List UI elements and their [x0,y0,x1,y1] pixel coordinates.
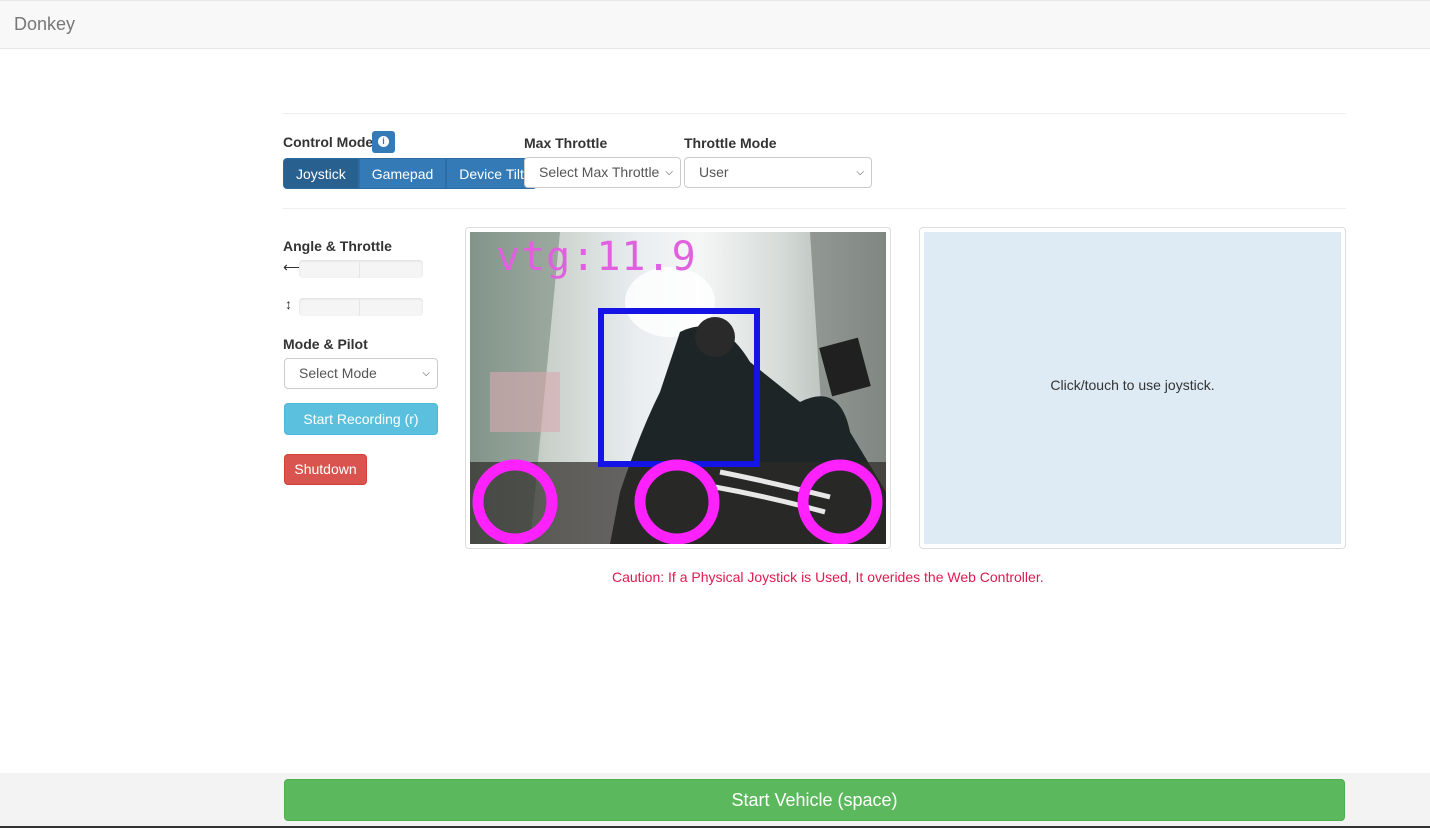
divider [283,208,1346,209]
divider [283,113,1346,114]
joystick-hint: Click/touch to use joystick. [1050,377,1215,393]
shutdown-button[interactable]: Shutdown [284,454,367,485]
start-recording-button[interactable]: Start Recording (r) [284,403,438,435]
navbar: Donkey [0,0,1430,49]
mode-pilot-label: Mode & Pilot [283,336,368,352]
brand-link[interactable]: Donkey [14,14,75,35]
info-icon: i [378,136,389,147]
joystick-area[interactable]: Click/touch to use joystick. [924,232,1341,544]
throttle-mode-select[interactable]: User ⌵ [684,157,872,188]
camera-image: vtg:11.9 [470,232,886,544]
throttle-mode-value: User [699,164,729,180]
joystick-panel[interactable]: Click/touch to use joystick. [919,227,1346,549]
mode-select-value: Select Mode [299,365,377,381]
start-vehicle-button[interactable]: Start Vehicle (space) [284,779,1345,821]
control-mode-label: Control Mode [283,134,374,150]
caution-text: Caution: If a Physical Joystick is Used,… [612,569,1044,585]
chevron-down-icon: ⌵ [422,368,430,379]
angle-throttle-label: Angle & Throttle [283,238,392,254]
angle-bar [299,260,423,278]
camera-feed: vtg:11.9 [465,227,891,549]
max-throttle-label: Max Throttle [524,135,608,151]
chevron-down-icon: ⌵ [856,167,864,178]
throttle-bar [299,298,423,316]
gamepad-mode-button[interactable]: Gamepad [358,158,447,189]
max-throttle-select[interactable]: Select Max Throttle ⌵ [524,157,681,188]
chevron-down-icon: ⌵ [665,167,673,178]
max-throttle-value: Select Max Throttle [539,164,660,180]
joystick-mode-button[interactable]: Joystick [283,158,359,189]
voltage-overlay: vtg:11.9 [496,234,697,280]
control-mode-group: Joystick Gamepad Device Tilt [283,158,537,189]
vertical-arrows-icon: ↕ [285,296,292,312]
throttle-mode-label: Throttle Mode [684,135,777,151]
mode-select[interactable]: Select Mode ⌵ [284,358,438,389]
info-button[interactable]: i [372,131,395,153]
